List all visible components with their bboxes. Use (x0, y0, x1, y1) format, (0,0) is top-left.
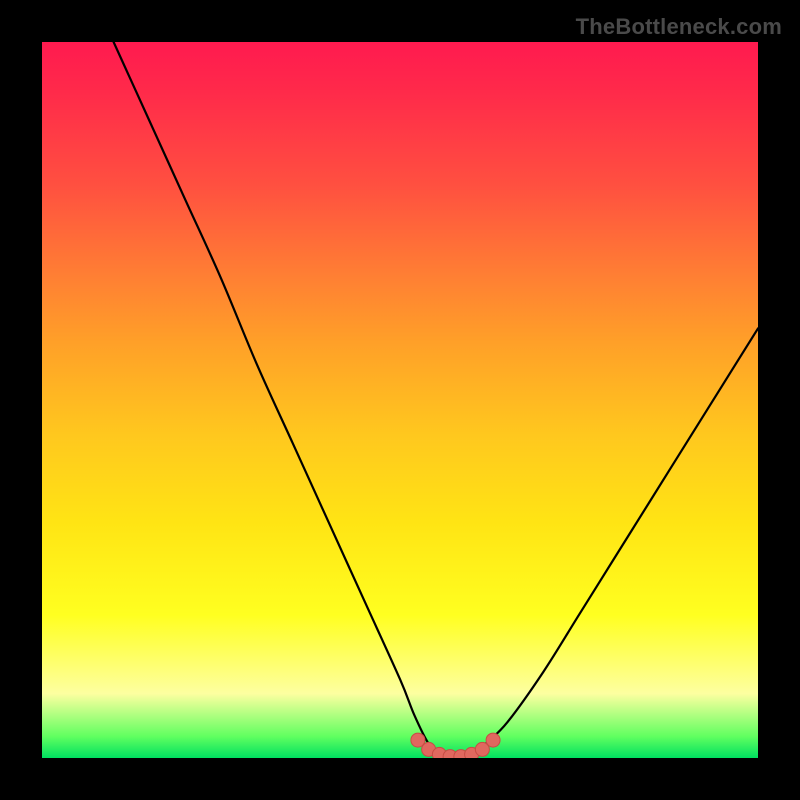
optimal-zone-markers (411, 733, 500, 758)
chart-frame: TheBottleneck.com (0, 0, 800, 800)
optimal-marker (486, 733, 500, 747)
watermark-text: TheBottleneck.com (576, 14, 782, 40)
bottleneck-curve (114, 42, 758, 758)
curve-layer (42, 42, 758, 758)
plot-area (42, 42, 758, 758)
